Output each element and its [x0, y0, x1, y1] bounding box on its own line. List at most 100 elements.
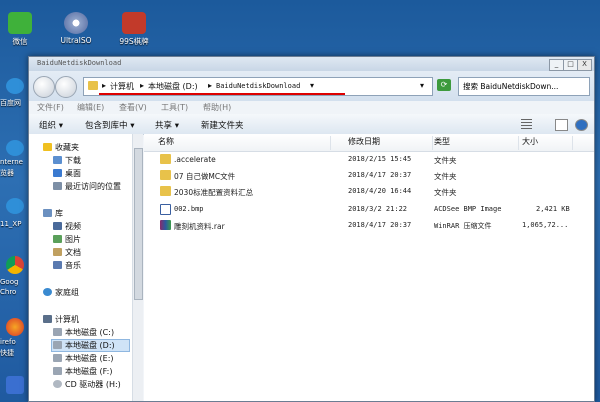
menu-file[interactable]: 文件(F) [37, 102, 64, 113]
bmp-image-icon [160, 204, 171, 215]
nav-item-recent[interactable]: 最近访问的位置 [53, 181, 121, 192]
nav-item-drive-c[interactable]: 本地磁盘 (C:) [53, 327, 114, 338]
nav-label: 下载 [65, 156, 81, 165]
desktop-icon-label: 99S棋牌 [119, 37, 149, 46]
maximize-button[interactable]: □ [563, 59, 578, 71]
share-button[interactable]: 共享 ▾ [155, 119, 179, 131]
nav-computer[interactable]: 计算机 [43, 314, 79, 325]
picture-icon [53, 235, 62, 243]
column-header-bar: 名称 修改日期 类型 大小 [144, 134, 594, 152]
nav-item-pictures[interactable]: 图片 [53, 234, 81, 245]
downloads-icon [53, 156, 62, 164]
nav-label: 本地磁盘 (F:) [65, 367, 113, 376]
table-row[interactable]: 002.bmp 2018/3/2 21:22 ACDSee BMP Image … [144, 202, 594, 218]
table-row[interactable]: 2030标准配置资料汇总 2018/4/20 16:44 文件夹 [144, 184, 594, 200]
help-icon[interactable] [575, 119, 588, 131]
command-bar: 组织 ▾ 包含到库中 ▾ 共享 ▾ 新建文件夹 [29, 114, 594, 135]
column-header-type[interactable]: 类型 [434, 136, 519, 150]
drive-icon [53, 367, 62, 375]
homegroup-icon [43, 288, 52, 296]
breadcrumb-folder[interactable]: BaiduNetdiskDownload [216, 82, 300, 90]
app-icon[interactable] [6, 376, 24, 394]
column-header-size[interactable]: 大小 [522, 136, 573, 150]
desktop-icon [53, 169, 62, 177]
nav-item-drive-d[interactable]: 本地磁盘 (D:) [51, 339, 130, 352]
refresh-icon[interactable]: ⟳ [437, 79, 451, 91]
close-button[interactable]: X [577, 59, 592, 71]
file-date: 2018/4/17 20:37 [348, 171, 412, 179]
nav-label: 本地磁盘 (D:) [65, 341, 115, 350]
title-bar[interactable]: BaiduNetdiskDownload _ □ X [29, 57, 594, 71]
wechat-icon [8, 12, 32, 34]
ie-icon[interactable] [6, 78, 24, 94]
nav-item-videos[interactable]: 视频 [53, 221, 81, 232]
nav-label: 桌面 [65, 169, 81, 178]
file-name: .accelerate [174, 155, 216, 164]
forward-button[interactable] [55, 76, 77, 98]
file-name: 2030标准配置资料汇总 [174, 188, 254, 197]
menu-tools[interactable]: 工具(T) [161, 102, 188, 113]
nav-item-documents[interactable]: 文档 [53, 247, 81, 258]
file-date: 2018/4/17 20:37 [348, 221, 412, 229]
file-type: 文件夹 [434, 188, 457, 197]
search-placeholder: 搜索 BaiduNetdiskDown... [463, 82, 559, 91]
chrome-icon[interactable] [6, 256, 24, 274]
search-input[interactable]: 搜索 BaiduNetdiskDown... [458, 77, 590, 96]
nav-label: 最近访问的位置 [65, 182, 121, 191]
organize-button[interactable]: 组织 ▾ [39, 119, 63, 131]
new-folder-button[interactable]: 新建文件夹 [201, 119, 244, 131]
column-header-date[interactable]: 修改日期 [348, 136, 433, 150]
menu-view[interactable]: 查看(V) [119, 102, 147, 113]
folder-icon [160, 154, 171, 164]
nav-item-music[interactable]: 音乐 [53, 260, 81, 271]
cd-drive-icon [53, 380, 62, 388]
file-name: 雕刻机资料.rar [174, 222, 225, 231]
nav-item-cd-drive[interactable]: CD 驱动器 (H:) [53, 379, 121, 390]
disc-icon [64, 12, 88, 34]
desktop-icon-ultraiso[interactable]: UltraISO [50, 12, 102, 45]
recent-places-icon [53, 182, 62, 190]
back-button[interactable] [33, 76, 55, 98]
table-row[interactable]: 雕刻机资料.rar 2018/4/17 20:37 WinRAR 压缩文件 1,… [144, 218, 594, 234]
file-name: 002.bmp [174, 205, 204, 213]
menu-edit[interactable]: 编辑(E) [77, 102, 104, 113]
nav-favorites[interactable]: 收藏夹 [43, 142, 79, 153]
game-icon [122, 12, 146, 34]
breadcrumb-computer[interactable]: 计算机 [110, 81, 134, 92]
desktop-edge-label: 百度网 [0, 99, 21, 107]
view-options-icon[interactable] [521, 119, 532, 129]
breadcrumb-separator: ▸ [140, 81, 145, 90]
menu-help[interactable]: 帮助(H) [203, 102, 231, 113]
desktop-icon-wechat[interactable]: 微信 [0, 12, 46, 47]
breadcrumb-dropdown-icon[interactable]: ▾ [310, 81, 314, 90]
preview-pane-icon[interactable] [555, 119, 568, 131]
include-in-library-button[interactable]: 包含到库中 ▾ [85, 119, 134, 131]
nav-label: CD 驱动器 (H:) [65, 380, 121, 389]
desktop-icon-99s[interactable]: 99S棋牌 [108, 12, 160, 47]
nav-item-drive-e[interactable]: 本地磁盘 (E:) [53, 353, 114, 364]
table-row[interactable]: .accelerate 2018/2/15 15:45 文件夹 [144, 152, 594, 168]
ie-icon[interactable] [6, 140, 24, 156]
desktop-edge-label: irefo [0, 338, 16, 346]
scrollbar-thumb[interactable] [134, 148, 143, 300]
breadcrumb-drive-d[interactable]: 本地磁盘 (D:) [148, 81, 198, 92]
nav-item-drive-f[interactable]: 本地磁盘 (F:) [53, 366, 112, 377]
minimize-button[interactable]: _ [549, 59, 564, 71]
file-date: 2018/2/15 15:45 [348, 155, 412, 163]
nav-libraries[interactable]: 库 [43, 208, 63, 219]
ie-icon[interactable] [6, 198, 24, 214]
breadcrumb-separator: ▸ [102, 81, 107, 90]
address-dropdown-icon[interactable]: ▾ [420, 81, 424, 90]
nav-label: 库 [55, 209, 63, 218]
desktop-edge-label: nterne [0, 158, 23, 166]
file-list: 名称 修改日期 类型 大小 .accelerate 2018/2/15 15:4… [144, 134, 594, 401]
desktop-icon-label: 微信 [12, 37, 28, 46]
nav-item-downloads[interactable]: 下载 [53, 155, 81, 166]
desktop-edge-label: 11_XP [0, 220, 22, 228]
navigation-scrollbar[interactable] [132, 134, 143, 401]
nav-item-desktop[interactable]: 桌面 [53, 168, 81, 179]
column-header-name[interactable]: 名称 [158, 136, 331, 150]
table-row[interactable]: 07 自己做MC文件 2018/4/17 20:37 文件夹 [144, 168, 594, 184]
firefox-icon[interactable] [6, 318, 24, 336]
nav-homegroup[interactable]: 家庭组 [43, 287, 79, 298]
